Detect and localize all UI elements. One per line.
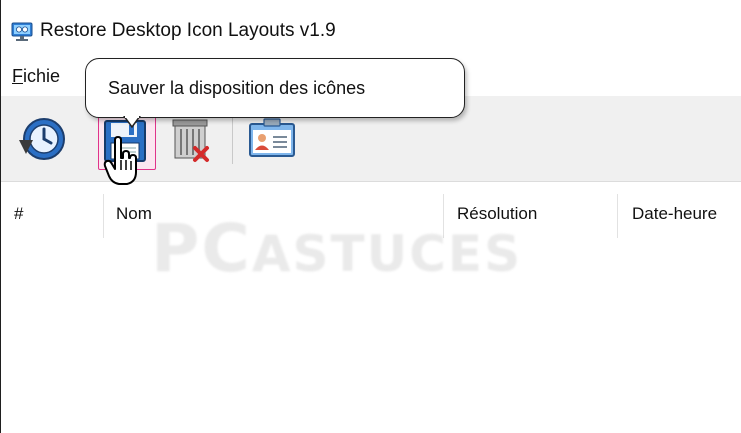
watermark-astuces: ASTUCES xyxy=(251,225,523,283)
tooltip-tail xyxy=(123,116,141,128)
column-header-name[interactable]: Nom xyxy=(116,204,152,224)
menu-file[interactable]: Fichie xyxy=(12,66,60,87)
id-card-icon xyxy=(249,118,295,157)
properties-button[interactable] xyxy=(244,110,302,170)
column-separator[interactable] xyxy=(103,194,104,238)
column-separator[interactable] xyxy=(617,194,618,238)
restore-layout-button[interactable] xyxy=(13,110,71,170)
column-header-number[interactable]: # xyxy=(14,204,23,224)
menu-file-label: ichie xyxy=(23,66,61,86)
watermark-pc: PC xyxy=(151,210,252,287)
restore-clock-icon xyxy=(19,118,65,160)
tooltip-text: Sauver la disposition des icônes xyxy=(108,78,366,98)
delete-layout-button[interactable] xyxy=(165,110,223,170)
column-header-datetime[interactable]: Date-heure xyxy=(632,204,717,224)
toolbar-separator xyxy=(232,118,233,164)
menu-file-accelerator: F xyxy=(12,66,23,86)
window-title: Restore Desktop Icon Layouts v1.9 xyxy=(40,20,336,41)
hand-cursor-icon xyxy=(103,136,137,185)
tooltip: Sauver la disposition des icônes xyxy=(85,58,465,118)
watermark: PCASTUCES xyxy=(151,210,522,287)
title-bar[interactable]: Restore Desktop Icon Layouts v1.9 xyxy=(1,0,741,56)
monitor-app-icon xyxy=(11,22,33,41)
trash-delete-icon xyxy=(172,119,209,162)
